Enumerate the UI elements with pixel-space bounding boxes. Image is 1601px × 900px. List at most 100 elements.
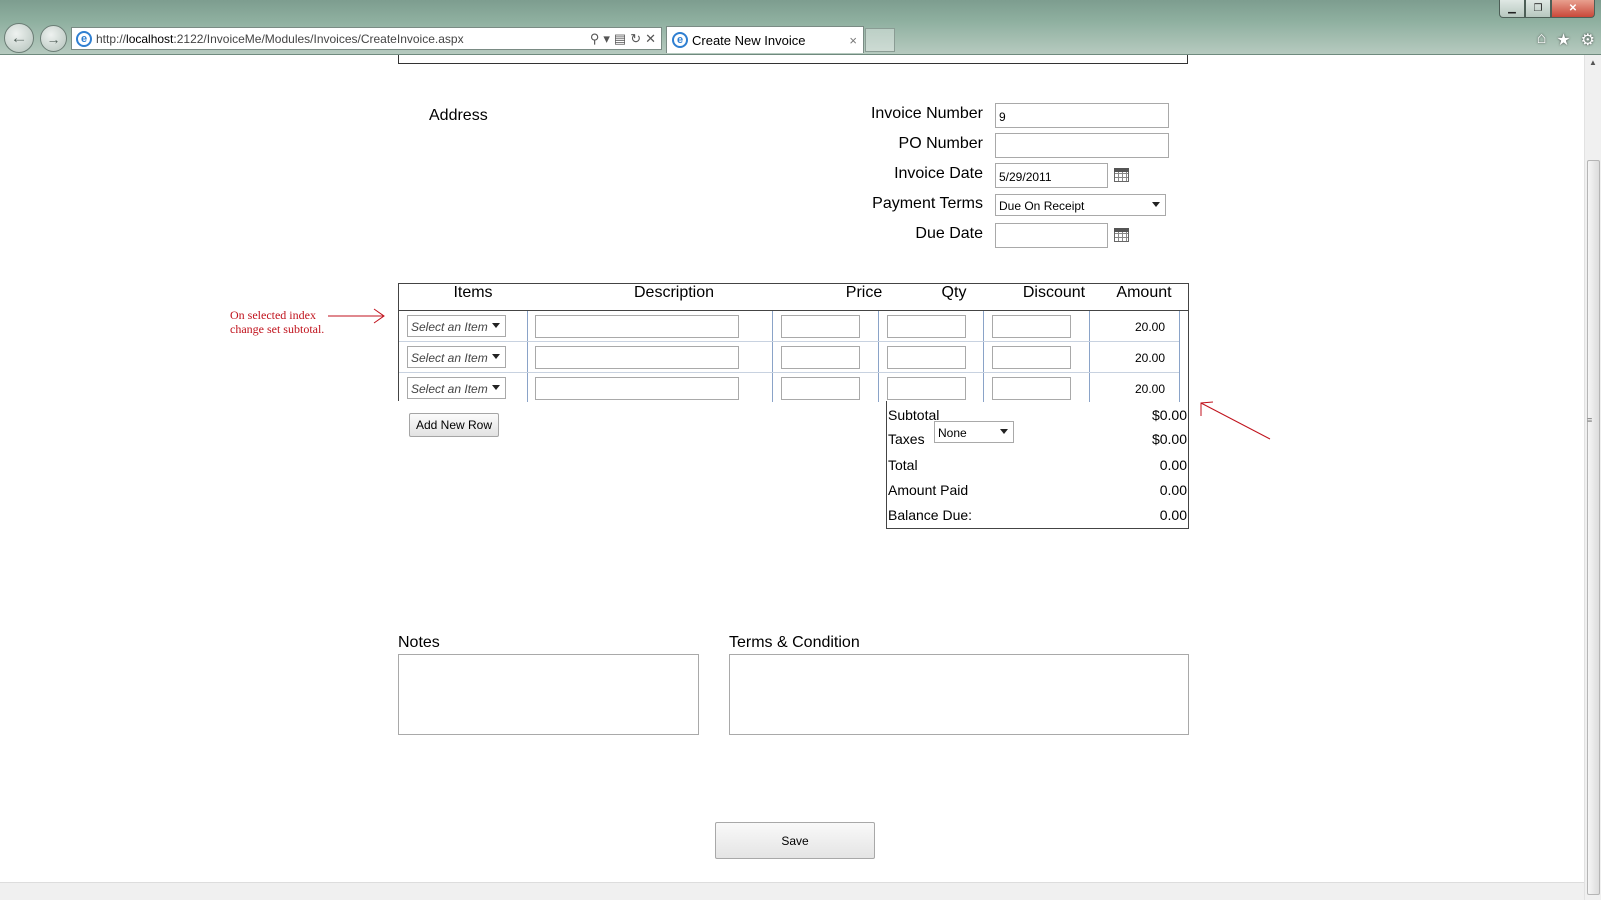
calendar-icon[interactable] xyxy=(1114,168,1129,182)
scrollbar-thumb[interactable] xyxy=(1587,160,1600,895)
description-input[interactable] xyxy=(535,377,739,400)
price-input[interactable] xyxy=(781,377,860,400)
po-number-label: PO Number xyxy=(898,135,983,152)
qty-input[interactable] xyxy=(887,346,966,369)
tab-create-new-invoice[interactable]: e Create New Invoice × xyxy=(666,26,864,53)
payment-terms-select[interactable]: Due On Receipt xyxy=(995,194,1166,216)
url-prefix: http:// xyxy=(96,31,127,46)
tab-close-icon[interactable]: × xyxy=(849,33,857,48)
taxes-value: $0.00 xyxy=(1151,431,1187,447)
back-button[interactable]: ← xyxy=(4,23,34,53)
invoice-number-label: Invoice Number xyxy=(870,105,983,122)
tab-title: Create New Invoice xyxy=(692,32,806,48)
stop-icon[interactable]: ✕ xyxy=(645,31,656,47)
total-label: Total xyxy=(888,457,918,473)
payment-terms-label: Payment Terms xyxy=(872,195,983,212)
annotation-line: On selected index xyxy=(230,308,316,322)
price-input[interactable] xyxy=(781,315,860,338)
amount-value: 20.00 xyxy=(1134,351,1165,365)
compatibility-icon[interactable]: ▤ xyxy=(614,31,626,47)
url-path: :2122/InvoiceMe/Modules/Invoices/CreateI… xyxy=(173,31,464,46)
column-header-items: Items xyxy=(453,284,493,301)
address-label: Address xyxy=(429,107,488,124)
qty-input[interactable] xyxy=(887,377,966,400)
table-header-divider xyxy=(398,310,1189,311)
invoice-number-input[interactable]: 9 xyxy=(995,103,1169,128)
window-close-button[interactable]: ✕ xyxy=(1551,0,1595,18)
invoice-date-input[interactable]: 5/29/2011 xyxy=(995,163,1108,188)
qty-input[interactable] xyxy=(887,315,966,338)
notes-label: Notes xyxy=(398,634,440,651)
item-select-value: Select an Item xyxy=(411,382,488,396)
annotation-note: On selected index change set subtotal. xyxy=(230,308,324,336)
column-divider xyxy=(1179,311,1180,402)
calendar-icon[interactable] xyxy=(1114,228,1129,242)
row-divider xyxy=(399,372,1179,373)
forward-button[interactable]: → xyxy=(40,25,67,52)
save-button[interactable]: Save xyxy=(715,822,875,859)
amount-value: 20.00 xyxy=(1134,320,1165,334)
chevron-down-icon xyxy=(1152,202,1160,207)
payment-terms-value: Due On Receipt xyxy=(999,199,1085,213)
home-icon[interactable]: ⌂ xyxy=(1537,30,1547,50)
chevron-down-icon xyxy=(492,354,500,359)
minimize-button[interactable]: ▁ xyxy=(1499,0,1525,18)
chevron-down-icon xyxy=(492,385,500,390)
ie-icon: e xyxy=(672,32,688,48)
column-header-qty: Qty xyxy=(941,284,967,301)
terms-label: Terms & Condition xyxy=(729,634,860,651)
column-header-description: Description xyxy=(633,284,715,301)
terms-textarea[interactable] xyxy=(729,654,1189,735)
subtotal-label: Subtotal xyxy=(888,407,940,423)
annotation-arrow-icon xyxy=(328,308,385,324)
notes-textarea[interactable] xyxy=(398,654,699,735)
favorites-icon[interactable]: ★ xyxy=(1556,30,1570,50)
new-tab-button[interactable] xyxy=(865,28,895,52)
add-new-row-button[interactable]: Add New Row xyxy=(409,413,499,437)
total-value: 0.00 xyxy=(1159,457,1187,473)
column-divider xyxy=(527,311,528,402)
po-number-input[interactable] xyxy=(995,133,1169,158)
dropdown-icon[interactable]: ▾ xyxy=(603,31,610,47)
column-divider xyxy=(1089,311,1090,402)
chevron-down-icon xyxy=(1000,429,1008,434)
vertical-scrollbar[interactable]: ▲ ≡ xyxy=(1584,55,1601,900)
annotation-line: change set subtotal. xyxy=(230,322,325,336)
taxes-select[interactable]: None xyxy=(934,421,1014,443)
taxes-label: Taxes xyxy=(888,431,925,447)
amount-paid-label: Amount Paid xyxy=(888,482,969,498)
item-select[interactable]: Select an Item xyxy=(407,377,506,399)
gear-icon[interactable]: ⚙ xyxy=(1581,30,1595,50)
page-content: Address Invoice Number 9 PO Number Invoi… xyxy=(0,55,1584,882)
price-input[interactable] xyxy=(781,346,860,369)
invoice-date-label: Invoice Date xyxy=(894,165,983,182)
window-title-blurred xyxy=(20,4,23,18)
address-bar-tools: ⚲ ▾ ▤ ↻ ✕ xyxy=(590,31,661,47)
amount-value: 20.00 xyxy=(1134,382,1165,396)
description-input[interactable] xyxy=(535,315,739,338)
item-select[interactable]: Select an Item xyxy=(407,315,506,337)
column-header-price: Price xyxy=(845,284,883,301)
browser-toolbar-right: ⌂ ★ ⚙ xyxy=(1537,30,1595,50)
due-date-input[interactable] xyxy=(995,223,1108,248)
balance-due-value: 0.00 xyxy=(1159,507,1187,523)
item-select[interactable]: Select an Item xyxy=(407,346,506,368)
url-host: localhost xyxy=(126,31,174,46)
scroll-up-icon[interactable]: ▲ xyxy=(1589,58,1597,67)
restore-button[interactable]: ❐ xyxy=(1525,0,1551,18)
discount-input[interactable] xyxy=(992,377,1071,400)
ie-icon: e xyxy=(76,30,92,47)
refresh-icon[interactable]: ↻ xyxy=(630,31,641,47)
taxes-select-value: None xyxy=(938,426,967,440)
item-select-value: Select an Item xyxy=(411,351,488,365)
discount-input[interactable] xyxy=(992,315,1071,338)
search-icon[interactable]: ⚲ xyxy=(590,31,600,47)
totals-panel: Subtotal $0.00 Taxes None $0.00 Total 0.… xyxy=(886,401,1189,529)
arrow-right-icon: → xyxy=(46,30,61,47)
header-box xyxy=(398,55,1188,64)
description-input[interactable] xyxy=(535,346,739,369)
address-bar[interactable]: e http://localhost:2122/InvoiceMe/Module… xyxy=(71,27,662,50)
chevron-down-icon xyxy=(492,323,500,328)
item-select-value: Select an Item xyxy=(411,320,488,334)
discount-input[interactable] xyxy=(992,346,1071,369)
